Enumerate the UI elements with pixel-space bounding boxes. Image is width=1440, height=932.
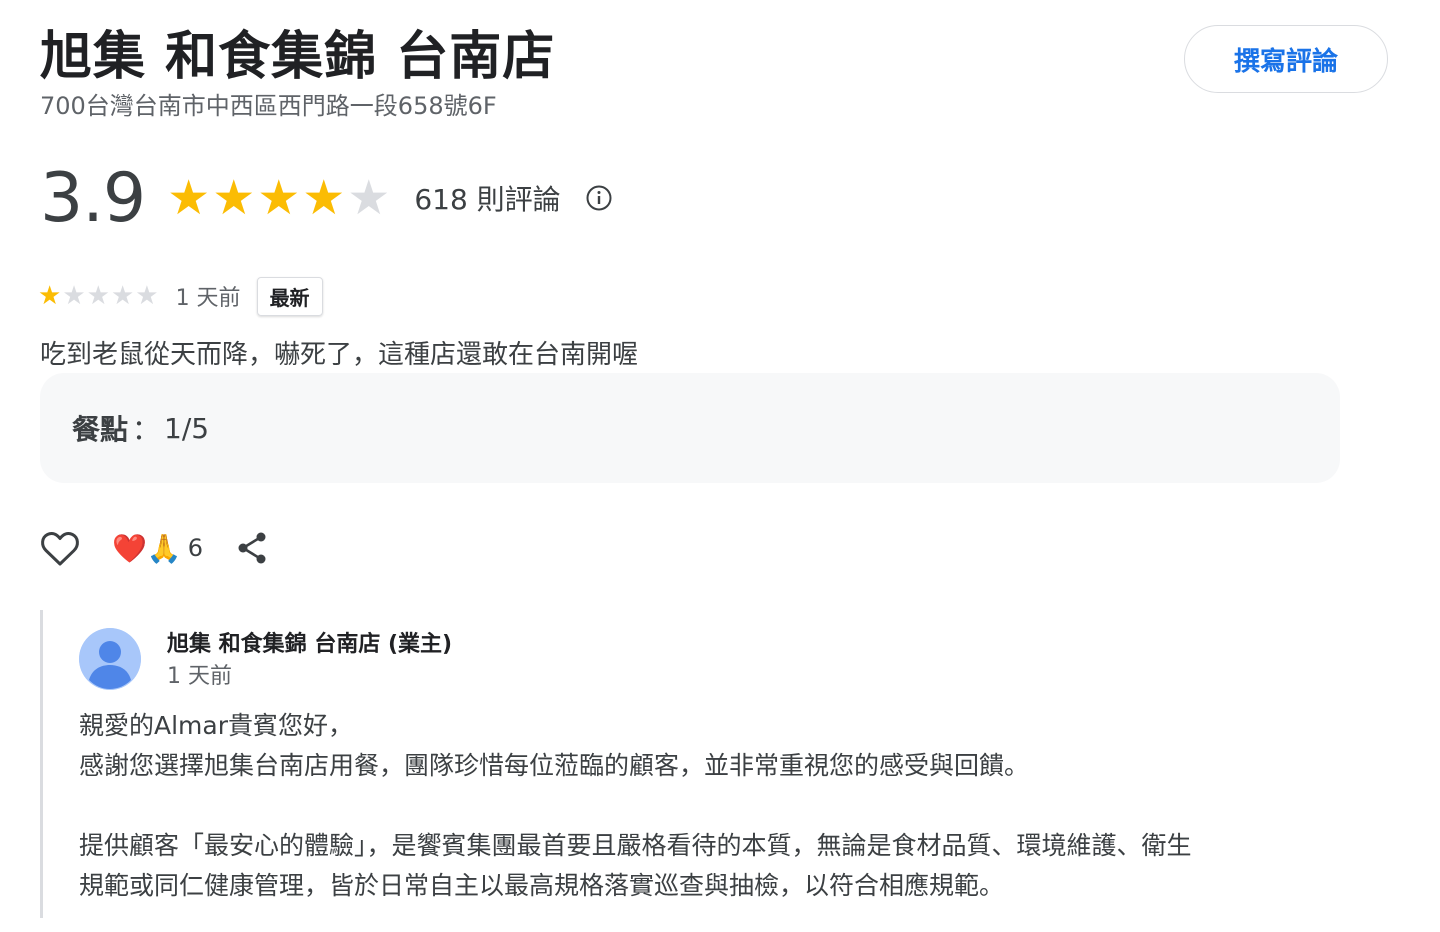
rating-value: 3.9 [40,158,146,238]
heart-outline-icon[interactable] [38,528,82,568]
review-star-empty-icon: ★ [110,281,135,311]
owner-name: 旭集 和食集錦 台南店 (業主) [167,632,453,657]
place-title: 旭集 和食集錦 台南店 [40,27,556,87]
review-star-empty-icon: ★ [62,281,86,311]
rating-star-empty-icon: ★ [347,170,391,226]
review-attribute-box: 餐點 ： 1/5 [40,373,1340,483]
reaction-summary[interactable]: ❤️🙏 6 [112,532,203,565]
person-avatar-icon [79,628,141,690]
rating-star-filled-icon: ★ [167,170,211,226]
attribute-value: 1/5 [164,411,210,445]
rating-stars: ★ ★ ★ ★ ★ [167,174,392,222]
owner-response-line: 親愛的Almar貴賓您好， [79,711,353,740]
owner-response-line: 規範或同仁健康管理，皆於日常自主以最高規格落實巡查與抽檢，以符合相應規範。 [79,871,1005,900]
write-review-button[interactable]: 撰寫評論 [1184,25,1388,93]
review-star-empty-icon: ★ [86,281,110,311]
review-date: 1 天前 [175,286,241,311]
rating-star-filled-icon: ★ [302,170,346,226]
reaction-emojis: ❤️🙏 [112,531,182,565]
rating-star-filled-icon: ★ [212,170,256,226]
info-icon[interactable] [585,184,613,212]
attribute-label: 餐點 [72,413,129,446]
review-actions: ❤️🙏 6 [38,524,269,572]
review-meta: ★ ★ ★ ★ ★ 1 天前 最新 [38,276,323,316]
review-count[interactable]: 618 則評論 [414,178,560,218]
review-stars: ★ ★ ★ ★ ★ [38,283,160,309]
rating-star-filled-icon: ★ [257,170,301,226]
attribute-separator: ： [132,413,161,446]
review-text: 吃到老鼠從天而降，嚇死了，這種店還敢在台南開喔 [40,340,639,370]
review-star-filled-icon: ★ [38,281,62,311]
place-address: 700台灣台南市中西區西門路一段658號6F [40,92,497,120]
review-star-empty-icon: ★ [135,281,159,311]
share-icon[interactable] [235,530,269,566]
owner-response: 旭集 和食集錦 台南店 (業主) 1 天前 親愛的Almar貴賓您好， 感謝您選… [40,610,1363,918]
reaction-count: 6 [187,534,204,562]
rating-summary: 3.9 ★ ★ ★ ★ ★ 618 則評論 [40,158,613,238]
owner-response-date: 1 天前 [167,664,232,689]
owner-response-line: 感謝您選擇旭集台南店用餐，團隊珍惜每位蒞臨的顧客，並非常重視您的感受與回饋。 [79,751,1030,780]
newest-badge: 最新 [256,276,323,316]
owner-response-line: 提供顧客「最安心的體驗」，是饗賓集團最首要且嚴格看待的本質，無論是食材品質、環境… [79,831,1192,860]
owner-response-text: 親愛的Almar貴賓您好， 感謝您選擇旭集台南店用餐，團隊珍惜每位蒞臨的顧客，並… [79,706,1192,906]
